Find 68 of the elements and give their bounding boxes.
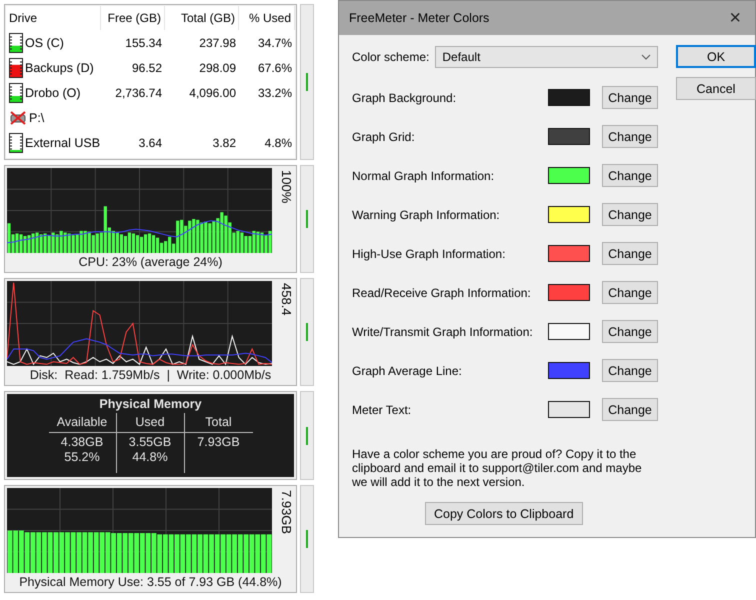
scale-label: 458.4 — [272, 281, 294, 366]
color-label: Graph Background: — [352, 90, 458, 104]
memory-column-header: Used — [116, 413, 184, 433]
change-button[interactable]: Change — [602, 398, 658, 421]
memory-value: 55.2% — [64, 450, 100, 465]
table-cell-text: 4.8% — [264, 136, 293, 150]
memory-title: Physical Memory — [99, 397, 202, 411]
table-cell-text: 67.6% — [256, 60, 293, 74]
table-cell-text: 96.52 — [130, 60, 163, 74]
memory-column-header: Available — [48, 413, 116, 433]
memory-value: 3.55GB — [128, 435, 172, 450]
table-cell-text: 298.09 — [198, 60, 237, 74]
change-button[interactable]: Change — [602, 242, 658, 265]
cpu-caption: CPU: 23% (average 24%) — [78, 254, 224, 270]
table-cell-text: 3.82 — [212, 136, 237, 150]
table-cell-text: 33.2% — [256, 86, 293, 100]
memory-value: 7.93GB — [197, 435, 240, 450]
change-button[interactable]: Change — [602, 359, 658, 382]
table-cell-text: 4,096.00 — [188, 86, 237, 100]
change-button[interactable]: Change — [602, 164, 658, 187]
drive-name: External USB — [25, 136, 100, 150]
drive-icon — [9, 58, 23, 78]
change-button[interactable]: Change — [602, 203, 658, 226]
table-cell-text: 3.64 — [138, 136, 163, 150]
drive-icon — [9, 82, 23, 102]
change-button[interactable]: Change — [602, 86, 658, 109]
drive-name: OS (C) — [25, 36, 64, 50]
color-label: Graph Grid: — [352, 130, 416, 144]
memory-caption: Physical Memory Use: 3.55 of 7.93 GB (44.8%) — [18, 574, 283, 590]
color-label: Meter Text: — [352, 402, 412, 416]
memory-column-header: Total — [184, 413, 252, 433]
table-cell-text: 34.7% — [256, 36, 293, 50]
window-title: FreeMeter - Meter Colors — [349, 11, 490, 25]
info-text: Have a color scheme you are proud of? Copy it to the clipboard and email it to support@tiler.com and maybe we will add it to the next version. — [352, 447, 642, 489]
drive-name: P:\ — [29, 110, 44, 124]
chevron-down-icon — [641, 54, 651, 60]
column-header[interactable]: % Used — [239, 6, 295, 30]
drive-name: Backups (D) — [25, 60, 94, 74]
scale-label: 7.93GB — [272, 488, 294, 573]
close-button[interactable]: × — [725, 6, 745, 30]
disk-caption: Disk: Read: 1.759Mb/s | Write: 0.000Mb/s — [28, 367, 272, 383]
color-label: Normal Graph Information: — [352, 168, 496, 182]
color-label: Warning Graph Information: — [352, 208, 501, 222]
color-label: High-Use Graph Information: — [352, 246, 506, 260]
color-label: Read/Receive Graph Information: — [352, 286, 532, 300]
disconnected-drive-icon — [9, 110, 27, 126]
dialog-button[interactable]: Cancel — [676, 77, 756, 100]
change-button[interactable]: Change — [602, 125, 658, 148]
scale-label: 100% — [272, 168, 294, 253]
field-label: Color scheme: — [352, 50, 430, 64]
column-header[interactable]: Drive — [6, 6, 101, 30]
memory-value: 44.8% — [132, 450, 168, 465]
copy-button[interactable]: Copy Colors to Clipboard — [425, 502, 583, 525]
drive-name: Drobo (O) — [25, 86, 81, 100]
column-header[interactable]: Free (GB) — [101, 6, 165, 30]
column-header[interactable]: Total (GB) — [165, 6, 239, 30]
memory-value: 4.38GB — [60, 435, 104, 450]
change-button[interactable]: Change — [602, 320, 658, 343]
scheme-dropdown[interactable]: Default — [435, 46, 658, 68]
color-label: Graph Average Line: — [352, 364, 463, 378]
drive-icon — [9, 132, 23, 152]
drive-icon — [9, 32, 23, 52]
change-button[interactable]: Change — [602, 281, 658, 304]
color-label: Write/Transmit Graph Information: — [352, 324, 534, 338]
table-cell-text: 155.34 — [124, 36, 163, 50]
table-cell-text: 237.98 — [198, 36, 237, 50]
table-cell-text: 2,736.74 — [114, 86, 163, 100]
dialog-button[interactable]: OK — [676, 45, 756, 68]
